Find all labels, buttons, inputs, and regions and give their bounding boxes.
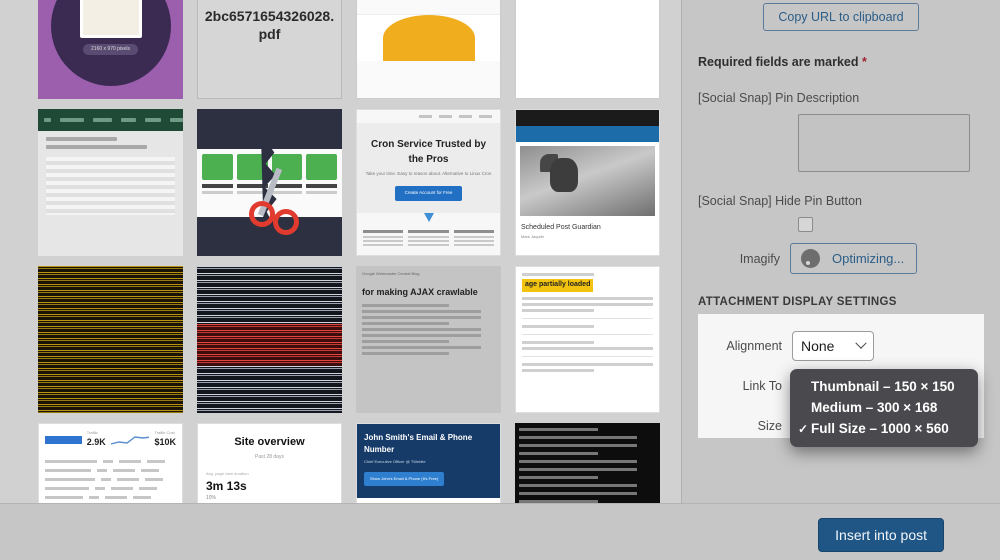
link-to-label: Link To [742,379,782,393]
media-thumbnail[interactable] [515,423,660,503]
attachment-display-settings-title: ATTACHMENT DISPLAY SETTINGS [698,296,897,308]
book-cover [79,0,142,38]
hide-pin-button-label: [Social Snap] Hide Pin Button [698,194,862,208]
dropdown-option-thumbnail[interactable]: Thumbnail – 150 × 150 [790,376,978,397]
required-fields-note: Required fields are marked * [698,55,984,69]
imagify-label: Imagify [739,251,780,266]
media-thumbnail[interactable] [356,0,501,99]
media-thumbnail[interactable] [197,109,342,256]
media-thumbnail-pdf[interactable]: 2bc6571654326028.pdf [197,0,342,99]
pin-description-input[interactable] [798,114,970,172]
pointer-icon [423,212,434,222]
media-thumbnail[interactable]: 2160 x 970 pixels [38,0,183,99]
john-title: John Smith's Email & Phone Number [364,433,473,454]
media-library-modal: 2160 x 970 pixels 2bc6571654326028.pdf C… [0,0,1000,560]
insert-into-post-button[interactable]: Insert into post [818,518,944,552]
media-thumbnail[interactable]: Scheduled Post Guardian Mark Jaquith [515,109,660,256]
index-status: age partially loaded [522,279,594,292]
cron-title: Cron Service Trusted by the Pros [370,139,487,165]
dropdown-option-label: Thumbnail – 150 × 150 [811,379,955,394]
media-thumbnail[interactable] [38,109,183,256]
pdf-filename: 2bc6571654326028.pdf [204,8,335,42]
check-icon: ✓ [798,421,809,436]
alignment-label: Alignment [726,339,782,353]
media-thumbnail[interactable]: age partially loaded [515,266,660,413]
required-fields-text: Required fields are marked [698,55,859,69]
alignment-selected-value: None [801,338,835,354]
guardian-title: Scheduled Post Guardian [521,224,601,231]
attachment-display-settings-box: Alignment None Link To Size Thumbnail – … [698,314,984,447]
hide-pin-checkbox[interactable] [798,217,813,232]
metric-value: 3m 13s [206,479,247,493]
alignment-row: Alignment None [710,326,972,366]
traffic-cost-label: Traffic Cost [154,430,175,435]
media-thumbnail[interactable] [197,266,342,413]
media-thumbnail[interactable]: Site overview Past 28 days Avg. page vie… [197,423,342,503]
dropdown-option-full-size[interactable]: ✓ Full Size – 1000 × 560 [790,418,978,439]
dropdown-option-medium[interactable]: Medium – 300 × 168 [790,397,978,418]
chevron-down-icon [855,337,867,349]
cron-cta: Create Account for Free [394,185,463,201]
cron-subtitle: Take your time. Easy to reason about. Al… [365,171,492,176]
traffic-label: Traffic [86,430,98,435]
copy-url-button[interactable]: Copy URL to clipboard [763,3,919,31]
purple-disc: 2160 x 970 pixels [50,0,171,86]
ajax-title: for making AJAX crawlable [362,287,478,297]
site-overview-title: Site overview [234,436,305,448]
john-subtitle: Chief Executive Officer @ TWebite [364,459,426,464]
attachment-details-sidebar: Copy URL to clipboard Required fields ar… [681,0,1000,503]
media-thumbnail[interactable]: Cron Service Trusted by the Pros Take yo… [356,109,501,256]
imagify-optimizing-button[interactable]: Optimizing... [790,243,918,274]
required-asterisk: * [861,55,867,69]
spinner-icon [801,249,820,268]
site-overview-subtitle: Past 28 days [255,453,284,460]
media-thumbnail[interactable]: Traffic 2.9K Traffic Cost $10K [38,423,183,503]
traffic-value: 2.9K [86,437,106,447]
imagify-row: Imagify Optimizing... [698,243,984,274]
metric-change: 10% [206,495,217,501]
thumbnail-caption: 2160 x 970 pixels [83,43,138,56]
size-dropdown-menu[interactable]: Thumbnail – 150 × 150 Medium – 300 × 168… [790,369,978,447]
media-thumbnail[interactable] [38,266,183,413]
modal-footer: Insert into post [0,503,1000,560]
media-thumbnail[interactable] [515,0,660,99]
imagify-status-text: Optimizing... [832,251,905,266]
john-cta: Show John's Email & Phone (It's Free) [364,472,445,486]
dropdown-option-label: Medium – 300 × 168 [811,400,938,415]
pin-description-label: [Social Snap] Pin Description [698,91,860,105]
forum-navbar [38,109,183,131]
traffic-cost-value: $10K [154,437,176,447]
size-label: Size [757,419,782,433]
media-grid-panel[interactable]: 2160 x 970 pixels 2bc6571654326028.pdf C… [0,0,681,503]
dropdown-option-label: Full Size – 1000 × 560 [811,421,949,436]
alignment-select[interactable]: None [792,331,874,361]
media-thumbnail[interactable]: John Smith's Email & Phone Number Chief … [356,423,501,503]
media-grid: 2160 x 970 pixels 2bc6571654326028.pdf C… [38,0,678,503]
media-thumbnail[interactable]: Google Webmaster Central Blog for making… [356,266,501,413]
guardian-subtitle: Mark Jaquith [521,233,544,239]
